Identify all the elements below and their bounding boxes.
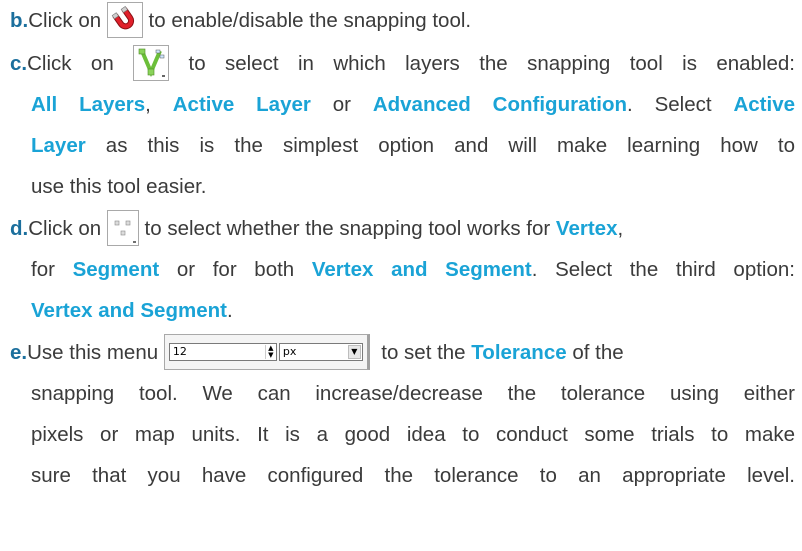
step-text: to set the xyxy=(381,341,466,364)
step-e-line-1: e.Use this menu 12 ▲ ▼ px ▼ to set the To… xyxy=(10,332,795,373)
step-c-line-1: c.Click on to select in which layers the… xyxy=(10,43,795,84)
step-c-line-4: use this tool easier. xyxy=(10,166,795,207)
step-text: to select whether the snapping tool work… xyxy=(144,217,551,240)
option-all-layers: All Layers xyxy=(31,93,146,116)
selected-option-part: Layer xyxy=(31,134,86,157)
step-d: d.Click on to select whether the snappin… xyxy=(10,208,795,331)
snap-mode-icon xyxy=(106,209,139,246)
step-text: sure that you have configured the tolera… xyxy=(31,464,795,487)
snapping-layers-icon xyxy=(133,44,170,81)
tolerance-menu: 12 ▲ ▼ px ▼ xyxy=(163,333,370,370)
dropdown-arrow-icon: ▼ xyxy=(347,344,361,359)
step-c: c.Click on to select in which layers the… xyxy=(10,43,795,207)
step-letter: d. xyxy=(10,217,29,240)
magnet-icon xyxy=(106,1,143,38)
tolerance-input: 12 ▲ ▼ xyxy=(168,342,277,361)
step-d-line-1: d.Click on to select whether the snappin… xyxy=(10,208,795,249)
option-advanced-configuration: Advanced Configuration xyxy=(372,93,628,116)
step-text: snapping tool. We can increase/decrease … xyxy=(31,382,795,405)
tolerance-value: 12 xyxy=(172,345,187,359)
step-letter: b. xyxy=(10,9,29,32)
unit-value: px xyxy=(282,345,297,359)
step-letter: e. xyxy=(10,341,28,364)
step-letter: c. xyxy=(10,52,28,75)
step-text: . Select xyxy=(627,93,734,116)
step-e-line-4: sure that you have configured the tolera… xyxy=(10,455,795,496)
step-text: use this tool easier. xyxy=(31,175,207,198)
selected-option-part: Active xyxy=(733,93,795,116)
tolerance-spinner-icon: ▲ ▼ xyxy=(264,344,276,359)
step-text: as this is the simplest option and will … xyxy=(105,134,795,157)
selected-option: Vertex and Segment xyxy=(31,299,227,322)
step-text: Click on xyxy=(28,9,102,32)
step-text: , xyxy=(617,217,624,240)
term-tolerance: Tolerance xyxy=(471,341,567,364)
step-b-line: b.Click on to enable/disable the snappin… xyxy=(10,0,795,41)
step-text: to select in which layers the snapping t… xyxy=(188,52,795,75)
step-text: , xyxy=(145,93,173,116)
unit-select: px ▼ xyxy=(278,342,363,361)
option-active-layer: Active Layer xyxy=(172,93,311,116)
step-text: or for both xyxy=(159,258,312,281)
step-c-line-3: Layer as this is the simplest option and… xyxy=(10,125,795,166)
step-c-line-2: All Layers, Active Layer or Advanced Con… xyxy=(10,84,795,125)
step-e-line-3: pixels or map units. It is a good idea t… xyxy=(10,414,795,455)
step-b: b.Click on to enable/disable the snappin… xyxy=(10,0,795,41)
step-text: . xyxy=(226,299,233,322)
step-text: to enable/disable the snapping tool. xyxy=(148,9,472,32)
step-e: e.Use this menu 12 ▲ ▼ px ▼ to set the To… xyxy=(10,332,795,496)
step-d-line-3: Vertex and Segment. xyxy=(10,290,795,331)
option-vertex: Vertex xyxy=(555,217,618,240)
document: b.Click on to enable/disable the snappin… xyxy=(0,0,802,551)
step-text: Click on xyxy=(28,217,102,240)
step-d-line-2: for Segment or for both Vertex and Segme… xyxy=(10,249,795,290)
option-vertex-and-segment: Vertex and Segment xyxy=(311,258,532,281)
step-text: for xyxy=(31,258,73,281)
option-segment: Segment xyxy=(72,258,160,281)
step-text: Use this menu xyxy=(27,341,159,364)
step-text: Click on xyxy=(27,52,114,75)
step-e-line-2: snapping tool. We can increase/decrease … xyxy=(10,373,795,414)
step-text: or xyxy=(310,93,373,116)
step-text: pixels or map units. It is a good idea t… xyxy=(31,423,795,446)
step-text: of the xyxy=(572,341,624,364)
step-text: . Select the third option: xyxy=(531,258,795,281)
